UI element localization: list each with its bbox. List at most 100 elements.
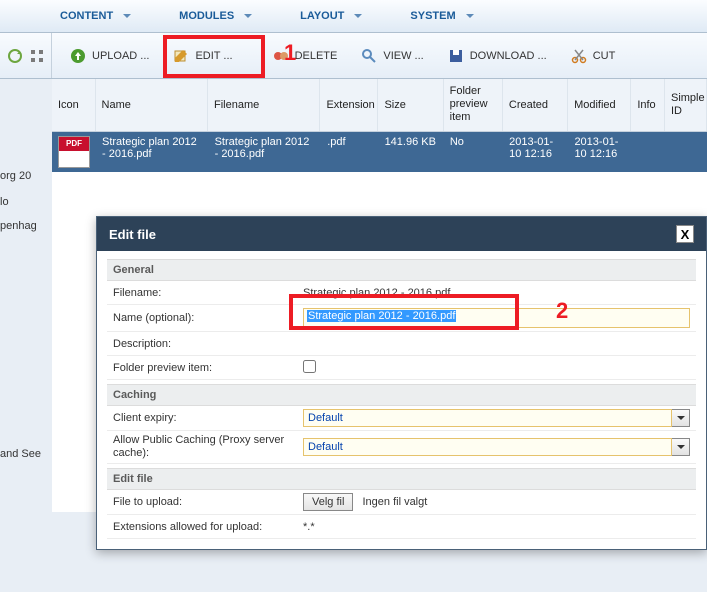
cell-extension: .pdf xyxy=(321,132,378,172)
cell-name: Strategic plan 2012 - 2016.pdf xyxy=(96,132,209,172)
upload-button[interactable]: UPLOAD ... xyxy=(70,48,149,64)
label-allowpublic: Allow Public Caching (Proxy server cache… xyxy=(113,434,303,460)
cell-created: 2013-01-10 12:16 xyxy=(503,132,568,172)
cell-id xyxy=(665,132,707,172)
menu-label: LAYOUT xyxy=(300,10,344,22)
label-filename: Filename: xyxy=(113,287,303,299)
menu-system[interactable]: SYSTEM xyxy=(402,6,481,26)
label-folderpreview: Folder preview item: xyxy=(113,362,303,374)
label-fileupload: File to upload: xyxy=(113,496,303,508)
sidebar-fragment: lo xyxy=(0,196,42,208)
sidebar-fragment: and See xyxy=(0,448,42,460)
header-name[interactable]: Name xyxy=(96,79,208,131)
chevron-down-icon xyxy=(244,14,252,18)
table-row[interactable]: PDF Strategic plan 2012 - 2016.pdf Strat… xyxy=(52,132,707,172)
download-button[interactable]: DOWNLOAD ... xyxy=(448,48,547,64)
field-filename: Filename: Strategic plan 2012 - 2016.pdf xyxy=(107,281,696,305)
section-editfile: Edit file xyxy=(107,468,696,490)
header-filename[interactable]: Filename xyxy=(208,79,320,131)
label-extensions: Extensions allowed for upload: xyxy=(113,521,303,533)
value-extensions: *.* xyxy=(303,521,690,533)
cell-filename: Strategic plan 2012 - 2016.pdf xyxy=(209,132,322,172)
cell-info xyxy=(632,132,666,172)
value-filename: Strategic plan 2012 - 2016.pdf xyxy=(303,287,690,299)
header-created[interactable]: Created xyxy=(503,79,568,131)
choose-file-button[interactable]: Velg fil xyxy=(303,493,353,511)
clientexpiry-select[interactable] xyxy=(303,409,672,427)
chevron-down-icon xyxy=(677,445,685,449)
cell-folder: No xyxy=(444,132,503,172)
menu-modules[interactable]: MODULES xyxy=(171,6,260,26)
cell-icon: PDF xyxy=(52,132,96,172)
delete-icon xyxy=(273,48,289,64)
section-general: General xyxy=(107,259,696,281)
dialog-title-text: Edit file xyxy=(109,227,156,242)
dialog-body: General Filename: Strategic plan 2012 - … xyxy=(97,251,706,549)
header-size[interactable]: Size xyxy=(378,79,443,131)
delete-button[interactable]: DELETE xyxy=(273,48,338,64)
cell-modified: 2013-01-10 12:16 xyxy=(568,132,631,172)
download-icon xyxy=(448,48,464,64)
edit-file-dialog: Edit file X General Filename: Strategic … xyxy=(96,216,707,550)
label-name: Name (optional): xyxy=(113,312,303,324)
dropdown-button[interactable] xyxy=(672,409,690,427)
button-label: EDIT ... xyxy=(195,50,232,62)
field-name: Name (optional): Strategic plan 2012 - 2… xyxy=(107,305,696,332)
no-file-text: Ingen fil valgt xyxy=(362,496,427,508)
main-menubar: CONTENT MODULES LAYOUT SYSTEM xyxy=(0,0,707,33)
chevron-down-icon xyxy=(466,14,474,18)
header-icon[interactable]: Icon xyxy=(52,79,96,131)
grid-header-row: Icon Name Filename Extension Size Folder… xyxy=(52,79,707,132)
button-label: CUT xyxy=(593,50,616,62)
button-label: DELETE xyxy=(295,50,338,62)
cell-size: 141.96 KB xyxy=(379,132,444,172)
toolbar-left-icons xyxy=(0,33,52,78)
cut-icon xyxy=(571,48,587,64)
grid-icon[interactable] xyxy=(29,48,45,64)
field-allowpublic: Allow Public Caching (Proxy server cache… xyxy=(107,431,696,464)
name-input-selection: Strategic plan 2012 - 2016.pdf xyxy=(307,310,456,322)
menu-label: SYSTEM xyxy=(410,10,455,22)
sidebar-fragment: penhag xyxy=(0,220,42,232)
field-description: Description: xyxy=(107,332,696,356)
dialog-titlebar[interactable]: Edit file X xyxy=(97,217,706,251)
button-label: VIEW ... xyxy=(383,50,423,62)
view-button[interactable]: VIEW ... xyxy=(361,48,423,64)
button-label: DOWNLOAD ... xyxy=(470,50,547,62)
header-extension[interactable]: Extension xyxy=(320,79,378,131)
value-name: Strategic plan 2012 - 2016.pdf xyxy=(303,308,690,328)
chevron-down-icon xyxy=(354,14,362,18)
edit-button[interactable]: EDIT ... xyxy=(173,48,232,64)
header-modified[interactable]: Modified xyxy=(568,79,631,131)
section-caching: Caching xyxy=(107,384,696,406)
chevron-down-icon xyxy=(677,416,685,420)
menu-label: CONTENT xyxy=(60,10,113,22)
icon-badge: PDF xyxy=(59,137,89,151)
allowpublic-select[interactable] xyxy=(303,438,672,456)
menu-content[interactable]: CONTENT xyxy=(52,6,139,26)
close-icon[interactable]: X xyxy=(676,225,694,243)
field-fileupload: File to upload: Velg fil Ingen fil valgt xyxy=(107,490,696,515)
field-extensions: Extensions allowed for upload: *.* xyxy=(107,515,696,539)
header-folder[interactable]: Folder preview item xyxy=(444,79,503,131)
upload-icon xyxy=(70,48,86,64)
action-toolbar: UPLOAD ... EDIT ... DELETE VIEW ... DOWN… xyxy=(0,33,707,79)
chevron-down-icon xyxy=(123,14,131,18)
dropdown-button[interactable] xyxy=(672,438,690,456)
pdf-file-icon: PDF xyxy=(58,136,90,168)
refresh-icon[interactable] xyxy=(7,48,23,64)
edit-icon xyxy=(173,48,189,64)
label-clientexpiry: Client expiry: xyxy=(113,412,303,424)
header-id[interactable]: Simple ID xyxy=(665,79,707,131)
header-info[interactable]: Info xyxy=(631,79,665,131)
cut-button[interactable]: CUT xyxy=(571,48,616,64)
toolbar-buttons-group: UPLOAD ... EDIT ... DELETE VIEW ... DOWN… xyxy=(52,48,615,64)
view-icon xyxy=(361,48,377,64)
menu-label: MODULES xyxy=(179,10,234,22)
sidebar-fragment: org 20 xyxy=(0,170,42,182)
field-folderpreview: Folder preview item: xyxy=(107,356,696,380)
label-description: Description: xyxy=(113,338,303,350)
button-label: UPLOAD ... xyxy=(92,50,149,62)
folderpreview-checkbox[interactable] xyxy=(303,360,316,373)
menu-layout[interactable]: LAYOUT xyxy=(292,6,370,26)
